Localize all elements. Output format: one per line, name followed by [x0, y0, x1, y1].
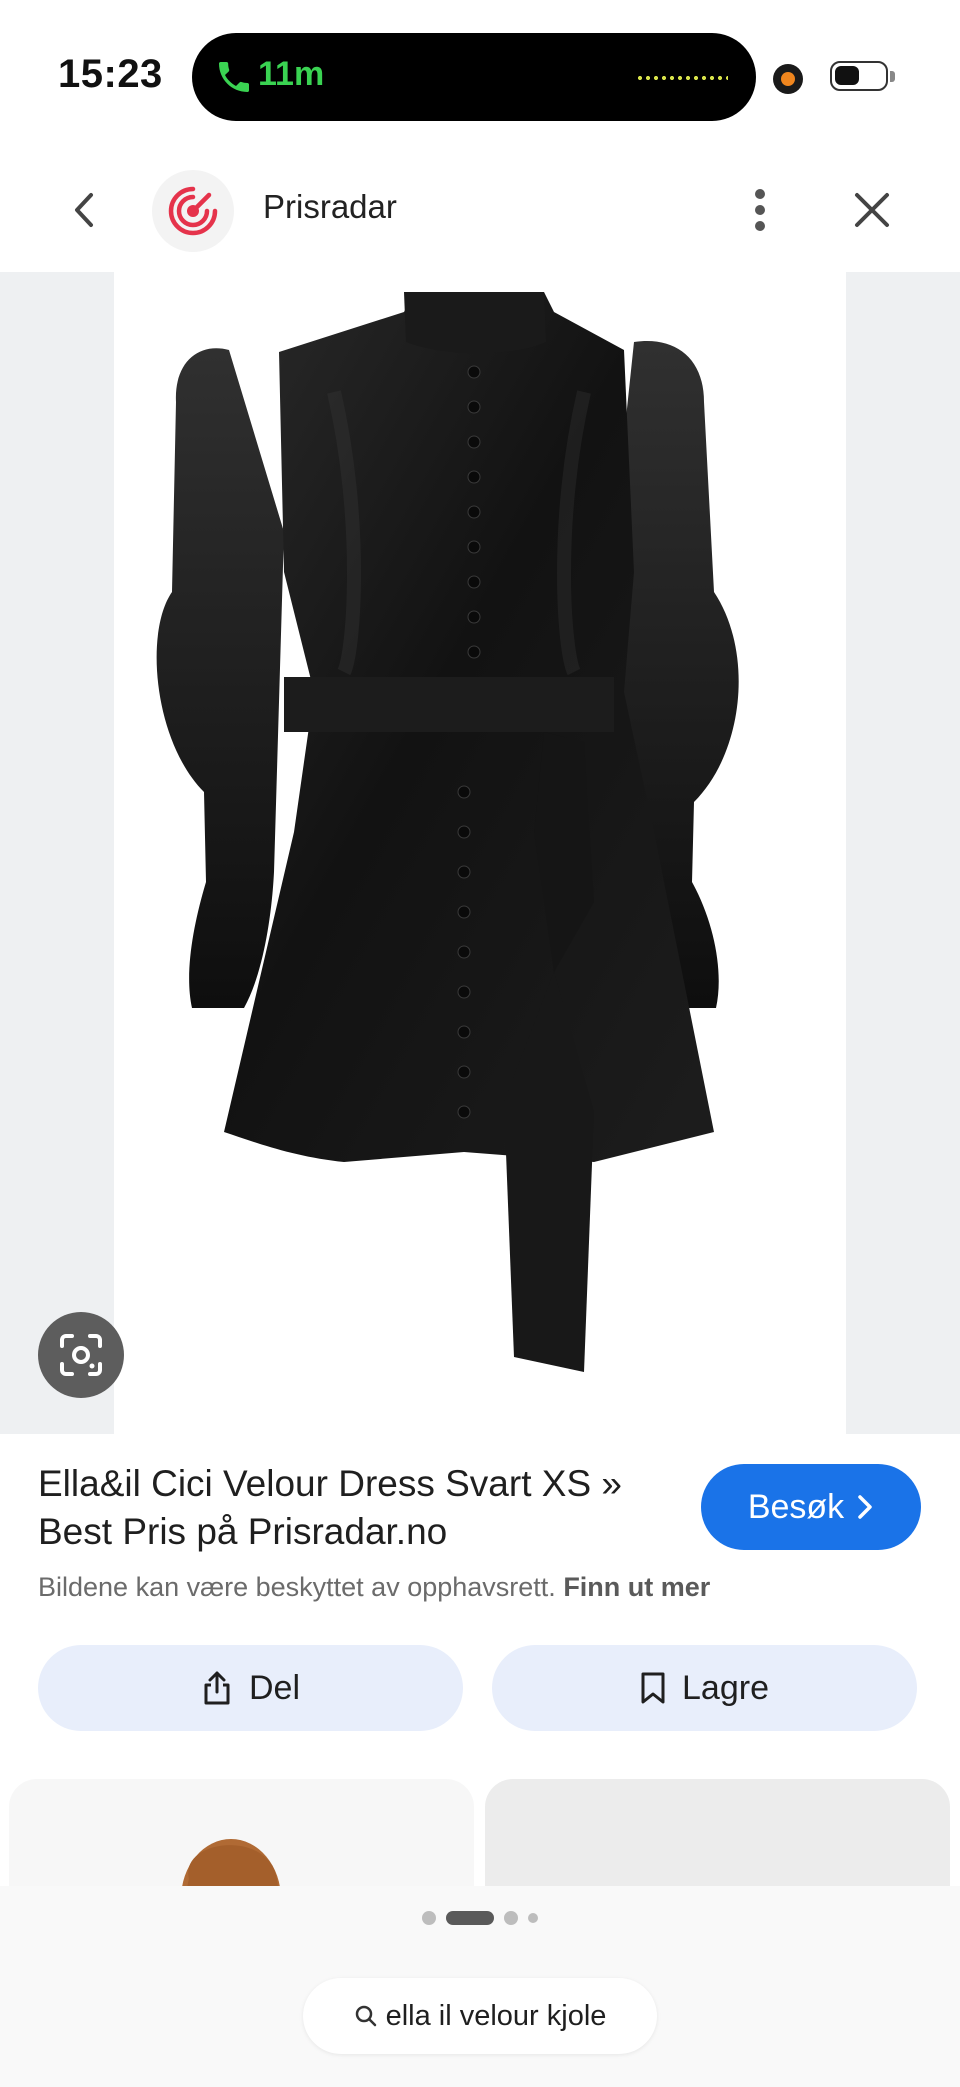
page-dot[interactable]: [528, 1913, 538, 1923]
dynamic-island-call[interactable]: 11m: [192, 33, 756, 121]
page-indicator: [0, 1910, 960, 1926]
page-dot[interactable]: [422, 1911, 436, 1925]
copyright-notice: Bildene kan være beskyttet av opphavsret…: [38, 1572, 710, 1603]
share-label: Del: [248, 1668, 301, 1707]
google-lens-button[interactable]: [38, 1312, 124, 1398]
call-duration: 11m: [258, 55, 325, 93]
battery-tip: [890, 71, 895, 82]
page-dot[interactable]: [504, 1911, 518, 1925]
status-time: 15:23: [58, 52, 163, 96]
visit-button[interactable]: Besøk: [701, 1464, 921, 1550]
save-label: Lagre: [682, 1668, 769, 1707]
google-lens-icon: [60, 1334, 102, 1376]
search-query-pill[interactable]: ella il velour kjole: [303, 1978, 657, 2054]
prisradar-logo-icon: [168, 186, 218, 236]
save-button[interactable]: Lagre: [492, 1645, 917, 1731]
page-dot-active[interactable]: [446, 1911, 494, 1925]
image-viewer[interactable]: [0, 272, 960, 1434]
result-title[interactable]: Ella&il Cici Velour Dress Svart XS » Bes…: [38, 1460, 678, 1556]
camera-indicator-icon: [773, 64, 803, 94]
copyright-text: Bildene kan være beskyttet av opphavsret…: [38, 1572, 556, 1602]
learn-more-link[interactable]: Finn ut mer: [563, 1572, 710, 1602]
search-query: ella il velour kjole: [385, 1999, 607, 2032]
site-name[interactable]: Prisradar: [263, 188, 397, 226]
battery-icon: [830, 61, 888, 91]
velvet-dress-image: [156, 292, 739, 1372]
product-image[interactable]: [114, 272, 846, 1434]
phone-icon: [219, 62, 249, 92]
status-bar: 15:23 11m: [0, 0, 960, 140]
chevron-right-icon: [858, 1495, 872, 1519]
viewer-header: Prisradar: [0, 150, 960, 270]
audio-wave-icon: [636, 75, 728, 81]
back-button[interactable]: [60, 186, 108, 234]
visit-label: Besøk: [747, 1487, 845, 1526]
search-icon: [355, 2005, 376, 2027]
close-icon: [855, 193, 889, 227]
site-favicon[interactable]: [152, 170, 234, 252]
bookmark-icon: [641, 1672, 665, 1704]
chevron-left-icon: [75, 193, 93, 227]
more-options-button[interactable]: [740, 184, 780, 236]
share-icon: [204, 1671, 230, 1705]
more-vertical-icon: [755, 189, 765, 231]
share-button[interactable]: Del: [38, 1645, 463, 1731]
image-viewer-page: 15:23 11m Prisradar Ella&il Cici Velour …: [0, 0, 960, 2087]
close-button[interactable]: [848, 186, 896, 234]
